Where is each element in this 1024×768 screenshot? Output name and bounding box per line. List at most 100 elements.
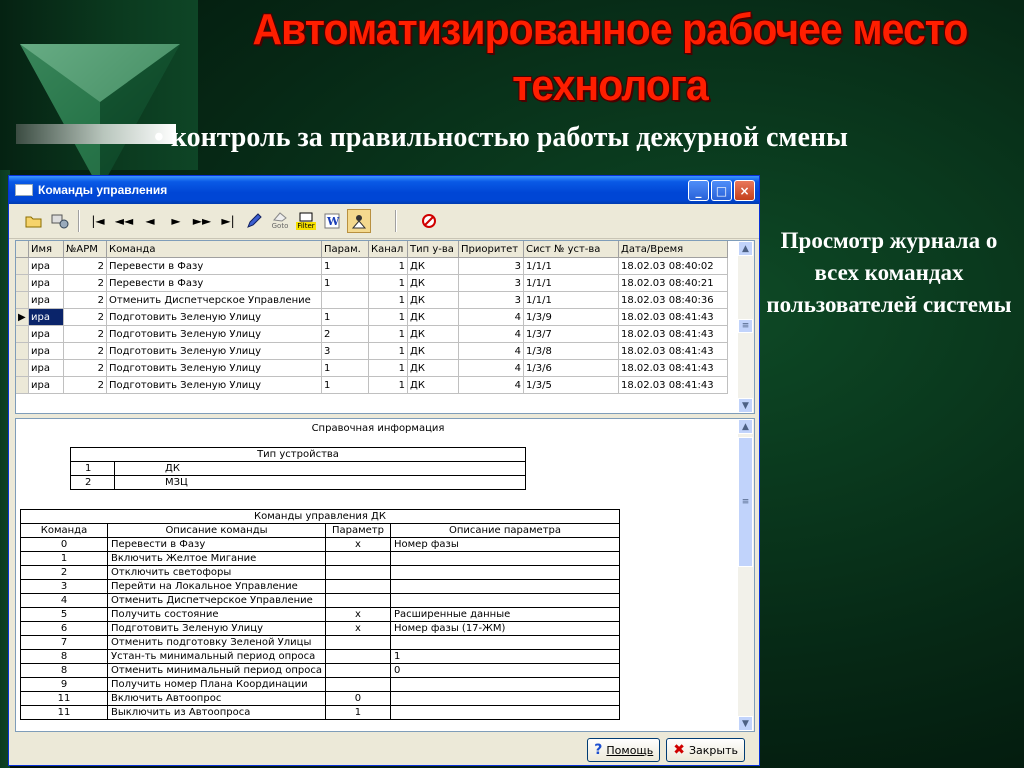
table-cell: ДК <box>407 291 459 309</box>
dk-command-cell: Номер фазы <box>389 537 621 552</box>
dk-command-cell <box>324 579 391 594</box>
scroll-down-button[interactable]: ▼ <box>738 716 753 731</box>
nav-last-button[interactable]: ►| <box>217 210 239 232</box>
table-cell: 2 <box>63 308 107 326</box>
scroll-down-button[interactable]: ▼ <box>738 398 753 413</box>
nav-prev-page-button[interactable]: ◄◄ <box>113 210 135 232</box>
table-cell: ДК <box>407 325 459 343</box>
table-cell: 18.02.03 08:41:43 <box>618 376 728 394</box>
word-export-button[interactable]: W <box>321 210 343 232</box>
col-header-device-no[interactable]: Сист № уст-ва <box>523 241 619 258</box>
close-button[interactable]: ✖ Закрыть <box>666 738 745 762</box>
table-cell: Перевести в Фазу <box>106 274 322 292</box>
dk-command-row: 6 Подготовить Зеленую Улицу х Номер фазы (1… <box>20 621 621 636</box>
dk-command-cell: Перевести в Фазу <box>107 537 326 552</box>
table-cell: 3 <box>458 257 524 275</box>
table-row[interactable]: ира 2 Подготовить Зеленую Улицу 2 1 ДК 4 1/3/7 1… <box>16 325 728 343</box>
table-cell: 18.02.03 08:41:43 <box>618 308 728 326</box>
nav-next-button[interactable]: ► <box>165 210 187 232</box>
scroll-up-button[interactable]: ▲ <box>738 419 753 434</box>
col-header-device-type[interactable]: Тип у-ва <box>407 241 459 258</box>
col-header-command[interactable]: Команда <box>106 241 322 258</box>
table-cell: ДК <box>407 359 459 377</box>
row-indicator <box>16 342 29 360</box>
table-row[interactable]: ира 2 Отменить Диспетчерское Управление 1 ДК… <box>16 291 728 309</box>
col-header-arm[interactable]: №АРМ <box>63 241 107 258</box>
folder-open-icon <box>25 216 42 228</box>
nav-prev-button[interactable]: ◄ <box>139 210 161 232</box>
pencil-icon <box>247 213 262 228</box>
row-indicator <box>16 274 29 292</box>
table-row[interactable]: ира 2 Перевести в Фазу 1 1 ДК 3 1/1/1 18.02.03 0… <box>16 274 728 292</box>
dk-command-cell: Отменить минимальный период опроса <box>107 663 326 678</box>
help-button[interactable]: ? Помощь <box>587 738 661 762</box>
col-header-priority[interactable]: Приоритет <box>458 241 524 258</box>
table-cell: 2 <box>63 342 107 360</box>
print-button[interactable] <box>347 209 371 233</box>
window-titlebar[interactable]: Команды управления _ □ × <box>9 176 759 204</box>
table-cell: 2 <box>321 325 369 343</box>
row-indicator <box>16 359 29 377</box>
report-vertical-scrollbar[interactable]: ▲ ≡ ▼ <box>738 419 754 731</box>
table-cell: 18.02.03 08:40:21 <box>618 274 728 292</box>
table-cell: Подготовить Зеленую Улицу <box>106 308 322 326</box>
table-cell: 1 <box>321 308 369 326</box>
open-folder-button[interactable] <box>23 210 45 232</box>
dk-command-cell: 8 <box>20 649 108 664</box>
col-header-name[interactable]: Имя <box>28 241 64 258</box>
table-cell: ира <box>28 325 64 343</box>
edit-button[interactable] <box>243 210 265 232</box>
table-row[interactable]: ира 2 Перевести в Фазу 1 1 ДК 3 1/1/1 18.02.03 0… <box>16 257 728 275</box>
maximize-button[interactable]: □ <box>711 180 732 201</box>
dk-command-cell <box>389 579 621 594</box>
stop-button[interactable] <box>418 210 440 232</box>
close-label: Закрыть <box>689 743 738 757</box>
table-cell: ира <box>28 274 64 292</box>
dk-command-cell: х <box>324 607 391 622</box>
filter-button[interactable]: Filter <box>295 210 317 232</box>
dk-command-row: 8 Отменить минимальный период опроса 0 <box>20 663 621 678</box>
log-vertical-scrollbar[interactable]: ▲ ≡ ▼ <box>738 241 754 413</box>
close-window-button[interactable]: × <box>734 180 755 201</box>
table-cell: 18.02.03 08:40:36 <box>618 291 728 309</box>
log-table: Имя №АРМ Команда Парам. Канал Тип у-ва П… <box>16 241 728 394</box>
table-cell: 1 <box>321 274 369 292</box>
filter-label: Filter <box>296 222 316 230</box>
table-cell: ира <box>28 291 64 309</box>
table-cell: 2 <box>63 274 107 292</box>
settings-button[interactable] <box>49 210 71 232</box>
dk-command-cell: 4 <box>20 593 108 608</box>
nav-next-page-button[interactable]: ►► <box>191 210 213 232</box>
slide-title-line2: технолога <box>512 61 709 110</box>
col-header-datetime[interactable]: Дата/Время <box>618 241 728 258</box>
dk-command-cell: 1 <box>389 649 621 664</box>
dk-command-cell: Получить состояние <box>107 607 326 622</box>
table-cell: Подготовить Зеленую Улицу <box>106 342 322 360</box>
row-indicator <box>16 325 29 343</box>
goto-button[interactable]: Goto <box>269 210 291 232</box>
table-row[interactable]: ира 2 Подготовить Зеленую Улицу 1 1 ДК 4 1/3/6 1… <box>16 359 728 377</box>
table-cell: Подготовить Зеленую Улицу <box>106 376 322 394</box>
slide-horizontal-bar <box>16 124 176 144</box>
scroll-thumb[interactable]: ≡ <box>738 437 753 567</box>
dk-commands-header: Команды управления ДК <box>20 509 620 524</box>
col-header-channel[interactable]: Канал <box>368 241 408 258</box>
scroll-up-button[interactable]: ▲ <box>738 241 753 256</box>
col-header-param[interactable]: Парам. <box>321 241 369 258</box>
minimize-button[interactable]: _ <box>688 180 709 201</box>
table-cell: 1/3/8 <box>523 342 619 360</box>
device-type-row: 1 ДК <box>70 461 526 476</box>
table-cell: 18.02.03 08:41:43 <box>618 359 728 377</box>
dk-command-row: 9 Получить номер Плана Координации <box>20 677 621 692</box>
table-row[interactable]: ира 2 Подготовить Зеленую Улицу 1 1 ДК 4 1/3/5 1… <box>16 376 728 394</box>
table-row[interactable]: ▶ ира 2 Подготовить Зеленую Улицу 1 1 ДК 4 1/3/9… <box>16 308 728 326</box>
table-row[interactable]: ира 2 Подготовить Зеленую Улицу 3 1 ДК 4 1/3/8 1… <box>16 342 728 360</box>
table-cell: 1 <box>368 257 408 275</box>
row-indicator <box>16 291 29 309</box>
table-cell: 1/1/1 <box>523 291 619 309</box>
commands-log-grid[interactable]: Имя №АРМ Команда Парам. Канал Тип у-ва П… <box>15 240 755 414</box>
dk-command-cell: 11 <box>20 705 108 720</box>
nav-first-button[interactable]: |◄ <box>87 210 109 232</box>
scroll-thumb[interactable]: ≡ <box>738 319 753 333</box>
side-caption: Просмотр журнала о всех командах пользов… <box>766 228 1012 317</box>
